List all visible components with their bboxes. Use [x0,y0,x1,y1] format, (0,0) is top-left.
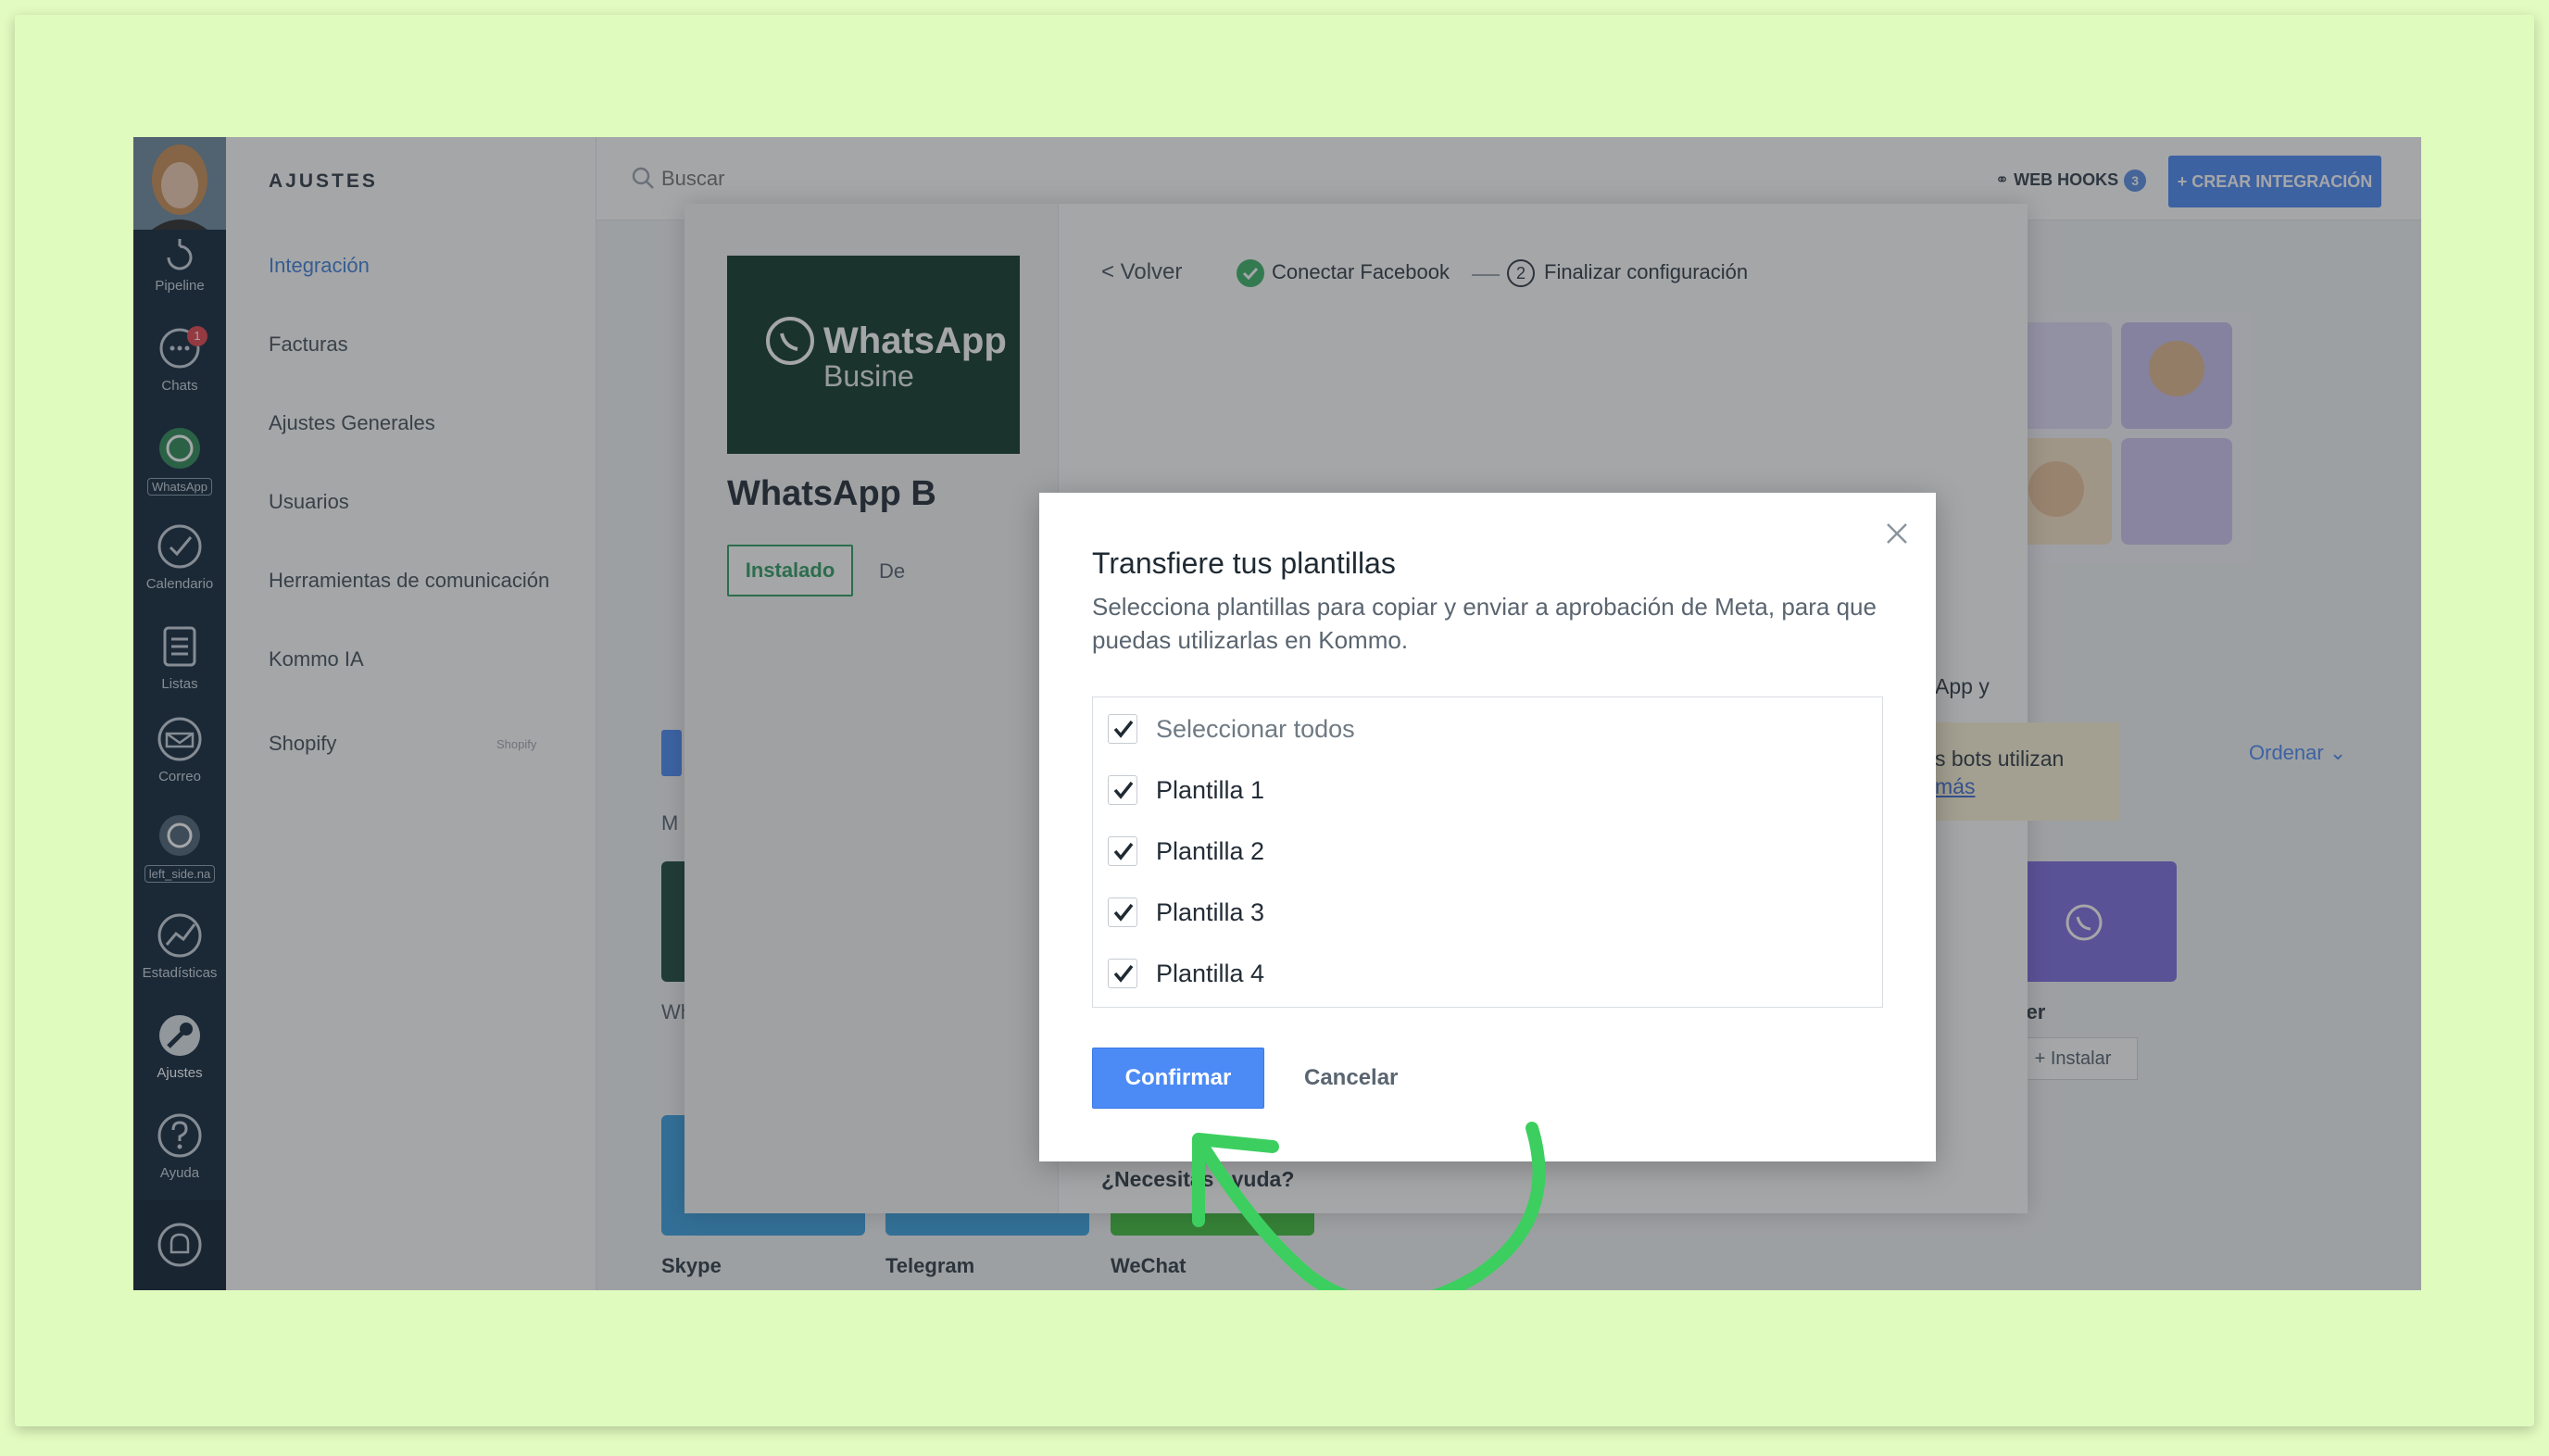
template-row[interactable]: Plantilla 1 [1108,772,1264,809]
template-label: Plantilla 4 [1156,959,1265,987]
template-row[interactable]: Plantilla 2 [1108,833,1264,870]
checkmark-icon [1113,781,1134,799]
select-all-row[interactable]: Seleccionar todos [1108,710,1355,747]
transfer-templates-modal: Transfiere tus plantillas Selecciona pla… [1039,493,1936,1161]
templates-list: Seleccionar todos Plantilla 1 Plantilla … [1092,697,1883,1008]
template-label: Plantilla 2 [1156,836,1265,865]
template-checkbox[interactable] [1108,959,1137,988]
select-all-label: Seleccionar todos [1156,714,1355,743]
template-row[interactable]: Plantilla 4 [1108,955,1264,992]
template-label: Plantilla 3 [1156,897,1265,926]
select-all-checkbox[interactable] [1108,714,1137,744]
template-row[interactable]: Plantilla 3 [1108,894,1264,931]
modal-description: Selecciona plantillas para copiar y envi… [1092,593,1877,654]
checkmark-icon [1113,964,1134,983]
confirm-button[interactable]: Confirmar [1092,1048,1264,1109]
template-checkbox[interactable] [1108,897,1137,927]
annotation-arrow-icon [1192,1122,1546,1290]
checkmark-icon [1113,903,1134,922]
close-icon[interactable] [1880,517,1914,550]
modal-title: Transfiere tus plantillas [1092,546,1396,580]
cancel-button[interactable]: Cancelar [1293,1048,1409,1109]
checkmark-icon [1113,720,1134,738]
template-checkbox[interactable] [1108,836,1137,866]
template-label: Plantilla 1 [1156,775,1265,804]
checkmark-icon [1113,842,1134,860]
app-window: Pipeline 1 Chats WhatsApp Calendario Lis… [133,137,2421,1290]
template-checkbox[interactable] [1108,775,1137,805]
